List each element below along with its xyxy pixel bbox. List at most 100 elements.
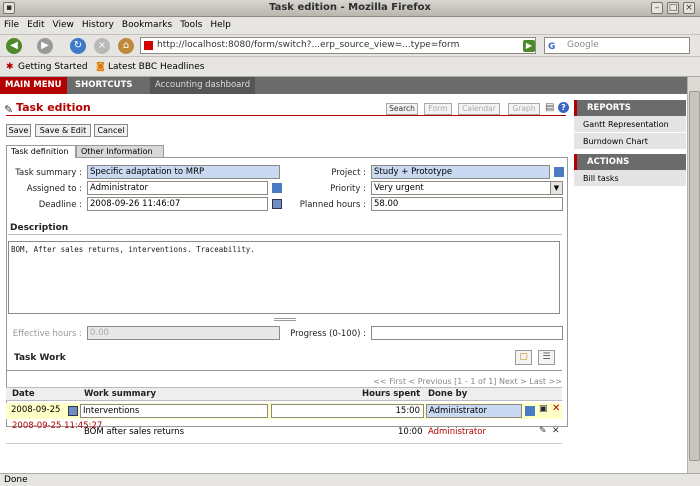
bookmarks-toolbar: ✱ Getting Started ◙ Latest BBC Headlines (0, 57, 700, 77)
url-field[interactable]: http://localhost:8080/form/switch?...erp… (140, 37, 536, 54)
status-text: Done (4, 475, 28, 485)
reports-heading: REPORTS (574, 100, 686, 116)
rss-icon: ◙ (96, 62, 105, 72)
row1-date-field[interactable]: 2008-09-25 (9, 404, 67, 418)
window-titlebar: ▪ Task edition - Mozilla Firefox – □ × (0, 0, 700, 17)
planned-hours-field[interactable]: 58.00 (371, 197, 563, 211)
title-divider (6, 115, 566, 116)
report-gantt[interactable]: Gantt Representation (574, 116, 686, 133)
priority-label: Priority : (330, 184, 366, 194)
getting-started-icon: ✱ (6, 62, 14, 72)
row-divider (6, 443, 562, 444)
col-hours-spent[interactable]: Hours spent (362, 389, 420, 399)
minimize-icon[interactable]: – (651, 2, 663, 14)
go-icon[interactable]: ▶ (523, 40, 535, 52)
save-button[interactable]: Save (6, 124, 31, 137)
accounting-dashboard-tab[interactable]: Accounting dashboard (150, 77, 256, 94)
row1-save-icon[interactable]: ▣ (539, 404, 548, 414)
action-bill-tasks[interactable]: Bill tasks (574, 170, 686, 187)
back-icon[interactable]: ◀ (6, 38, 22, 54)
menu-view[interactable]: View (49, 17, 78, 30)
app-navigation: MAIN MENU SHORTCUTS Accounting dashboard (0, 77, 687, 94)
effective-hours-field: 0.00 (87, 326, 280, 340)
chevron-down-icon[interactable]: ▼ (550, 182, 562, 194)
help-icon[interactable]: ? (558, 102, 569, 113)
new-record-icon[interactable]: ▢ (515, 350, 532, 365)
report-burndown[interactable]: Burndown Chart (574, 133, 686, 150)
home-icon[interactable]: ⌂ (118, 38, 134, 54)
col-work-summary[interactable]: Work summary (84, 389, 156, 399)
main-menu-link[interactable]: MAIN MENU (0, 77, 67, 94)
description-heading: Description (10, 223, 69, 233)
row2-delete-icon[interactable]: ✕ (552, 426, 560, 436)
site-icon (144, 41, 153, 50)
description-textarea[interactable]: BOM, After sales returns, interventions.… (8, 241, 560, 314)
shortcuts-link[interactable]: SHORTCUTS (70, 77, 137, 94)
calendar-icon[interactable] (272, 199, 282, 209)
maximize-icon[interactable]: □ (667, 2, 679, 14)
cancel-button[interactable]: Cancel (94, 124, 128, 137)
priority-value: Very urgent (374, 183, 424, 193)
assigned-field[interactable]: Administrator (87, 181, 268, 195)
bookmark-getting-started[interactable]: Getting Started (18, 62, 88, 72)
deadline-label: Deadline : (38, 200, 82, 210)
row1-summary-field[interactable]: Interventions (80, 404, 268, 418)
menu-history[interactable]: History (78, 17, 118, 30)
graph-view-button[interactable]: Graph (508, 103, 540, 115)
menu-edit[interactable]: Edit (23, 17, 48, 30)
tab-task-definition[interactable]: Task definition (6, 145, 76, 158)
stop-icon[interactable]: × (94, 38, 110, 54)
row1-hours-field[interactable]: 15:00 (271, 404, 424, 418)
assigned-label: Assigned to : (26, 184, 82, 194)
row2-summary: BOM after sales returns (84, 427, 184, 437)
actions-heading: ACTIONS (574, 154, 686, 170)
search-placeholder: Google (567, 40, 599, 50)
search-field[interactable]: G Google (544, 37, 690, 54)
col-done-by[interactable]: Done by (428, 389, 467, 399)
priority-select[interactable]: Very urgent ▼ (371, 181, 563, 195)
row1-done-by-field[interactable]: Administrator (426, 404, 522, 418)
task-work-header (6, 349, 562, 371)
forward-icon[interactable]: ▶ (37, 38, 53, 54)
progress-field[interactable] (371, 326, 563, 340)
clipboard-icon[interactable]: ▤ (545, 102, 554, 113)
menu-tools[interactable]: Tools (176, 17, 206, 30)
vertical-scrollbar[interactable] (687, 77, 700, 473)
row2-done-by: Administrator (428, 427, 486, 437)
menu-bar: File Edit View History Bookmarks Tools Help (0, 17, 700, 35)
window-title: Task edition - Mozilla Firefox (269, 2, 431, 13)
status-bar: Done (0, 473, 700, 486)
form-view-button[interactable]: Form (424, 103, 452, 115)
close-window-icon[interactable]: × (683, 2, 695, 14)
bookmark-bbc-headlines[interactable]: Latest BBC Headlines (108, 62, 204, 72)
row1-cancel-icon[interactable]: ✕ (552, 403, 560, 414)
project-folder-icon[interactable] (554, 167, 564, 177)
row2-hours: 10:00 (398, 427, 423, 437)
deadline-field[interactable]: 2008-09-26 11:46:07 (87, 197, 268, 211)
resize-handle[interactable] (274, 318, 296, 321)
task-work-title: Task Work (14, 353, 66, 363)
summary-label: Task summary : (15, 168, 82, 178)
save-edit-button[interactable]: Save & Edit (35, 124, 91, 137)
summary-field[interactable]: Specific adaptation to MRP (87, 165, 280, 179)
menu-bookmarks[interactable]: Bookmarks (118, 17, 176, 30)
right-sidebar: REPORTS Gantt Representation Burndown Ch… (574, 100, 686, 187)
list-view-icon[interactable]: ☰ (538, 350, 555, 365)
row1-folder-icon[interactable] (525, 406, 535, 416)
search-view-button[interactable]: Search (386, 103, 418, 115)
calendar-view-button[interactable]: Calendar (458, 103, 500, 115)
menu-help[interactable]: Help (206, 17, 235, 30)
project-field[interactable]: Study + Prototype (371, 165, 550, 179)
scrollbar-thumb[interactable] (689, 91, 700, 461)
page-title: Task edition (16, 101, 91, 114)
col-date[interactable]: Date (12, 389, 35, 399)
url-text: http://localhost:8080/form/switch?...erp… (157, 40, 460, 50)
pager[interactable]: << First < Previous [1 - 1 of 1] Next > … (330, 377, 562, 386)
row2-edit-icon[interactable]: ✎ (539, 426, 547, 436)
row1-calendar-icon[interactable] (68, 406, 78, 416)
menu-file[interactable]: File (0, 17, 23, 30)
reload-icon[interactable]: ↻ (70, 38, 86, 54)
project-label: Project : (331, 168, 366, 178)
folder-icon[interactable] (272, 183, 282, 193)
navigation-toolbar: ◀ ▶ ↻ × ⌂ http://localhost:8080/form/swi… (0, 35, 700, 57)
